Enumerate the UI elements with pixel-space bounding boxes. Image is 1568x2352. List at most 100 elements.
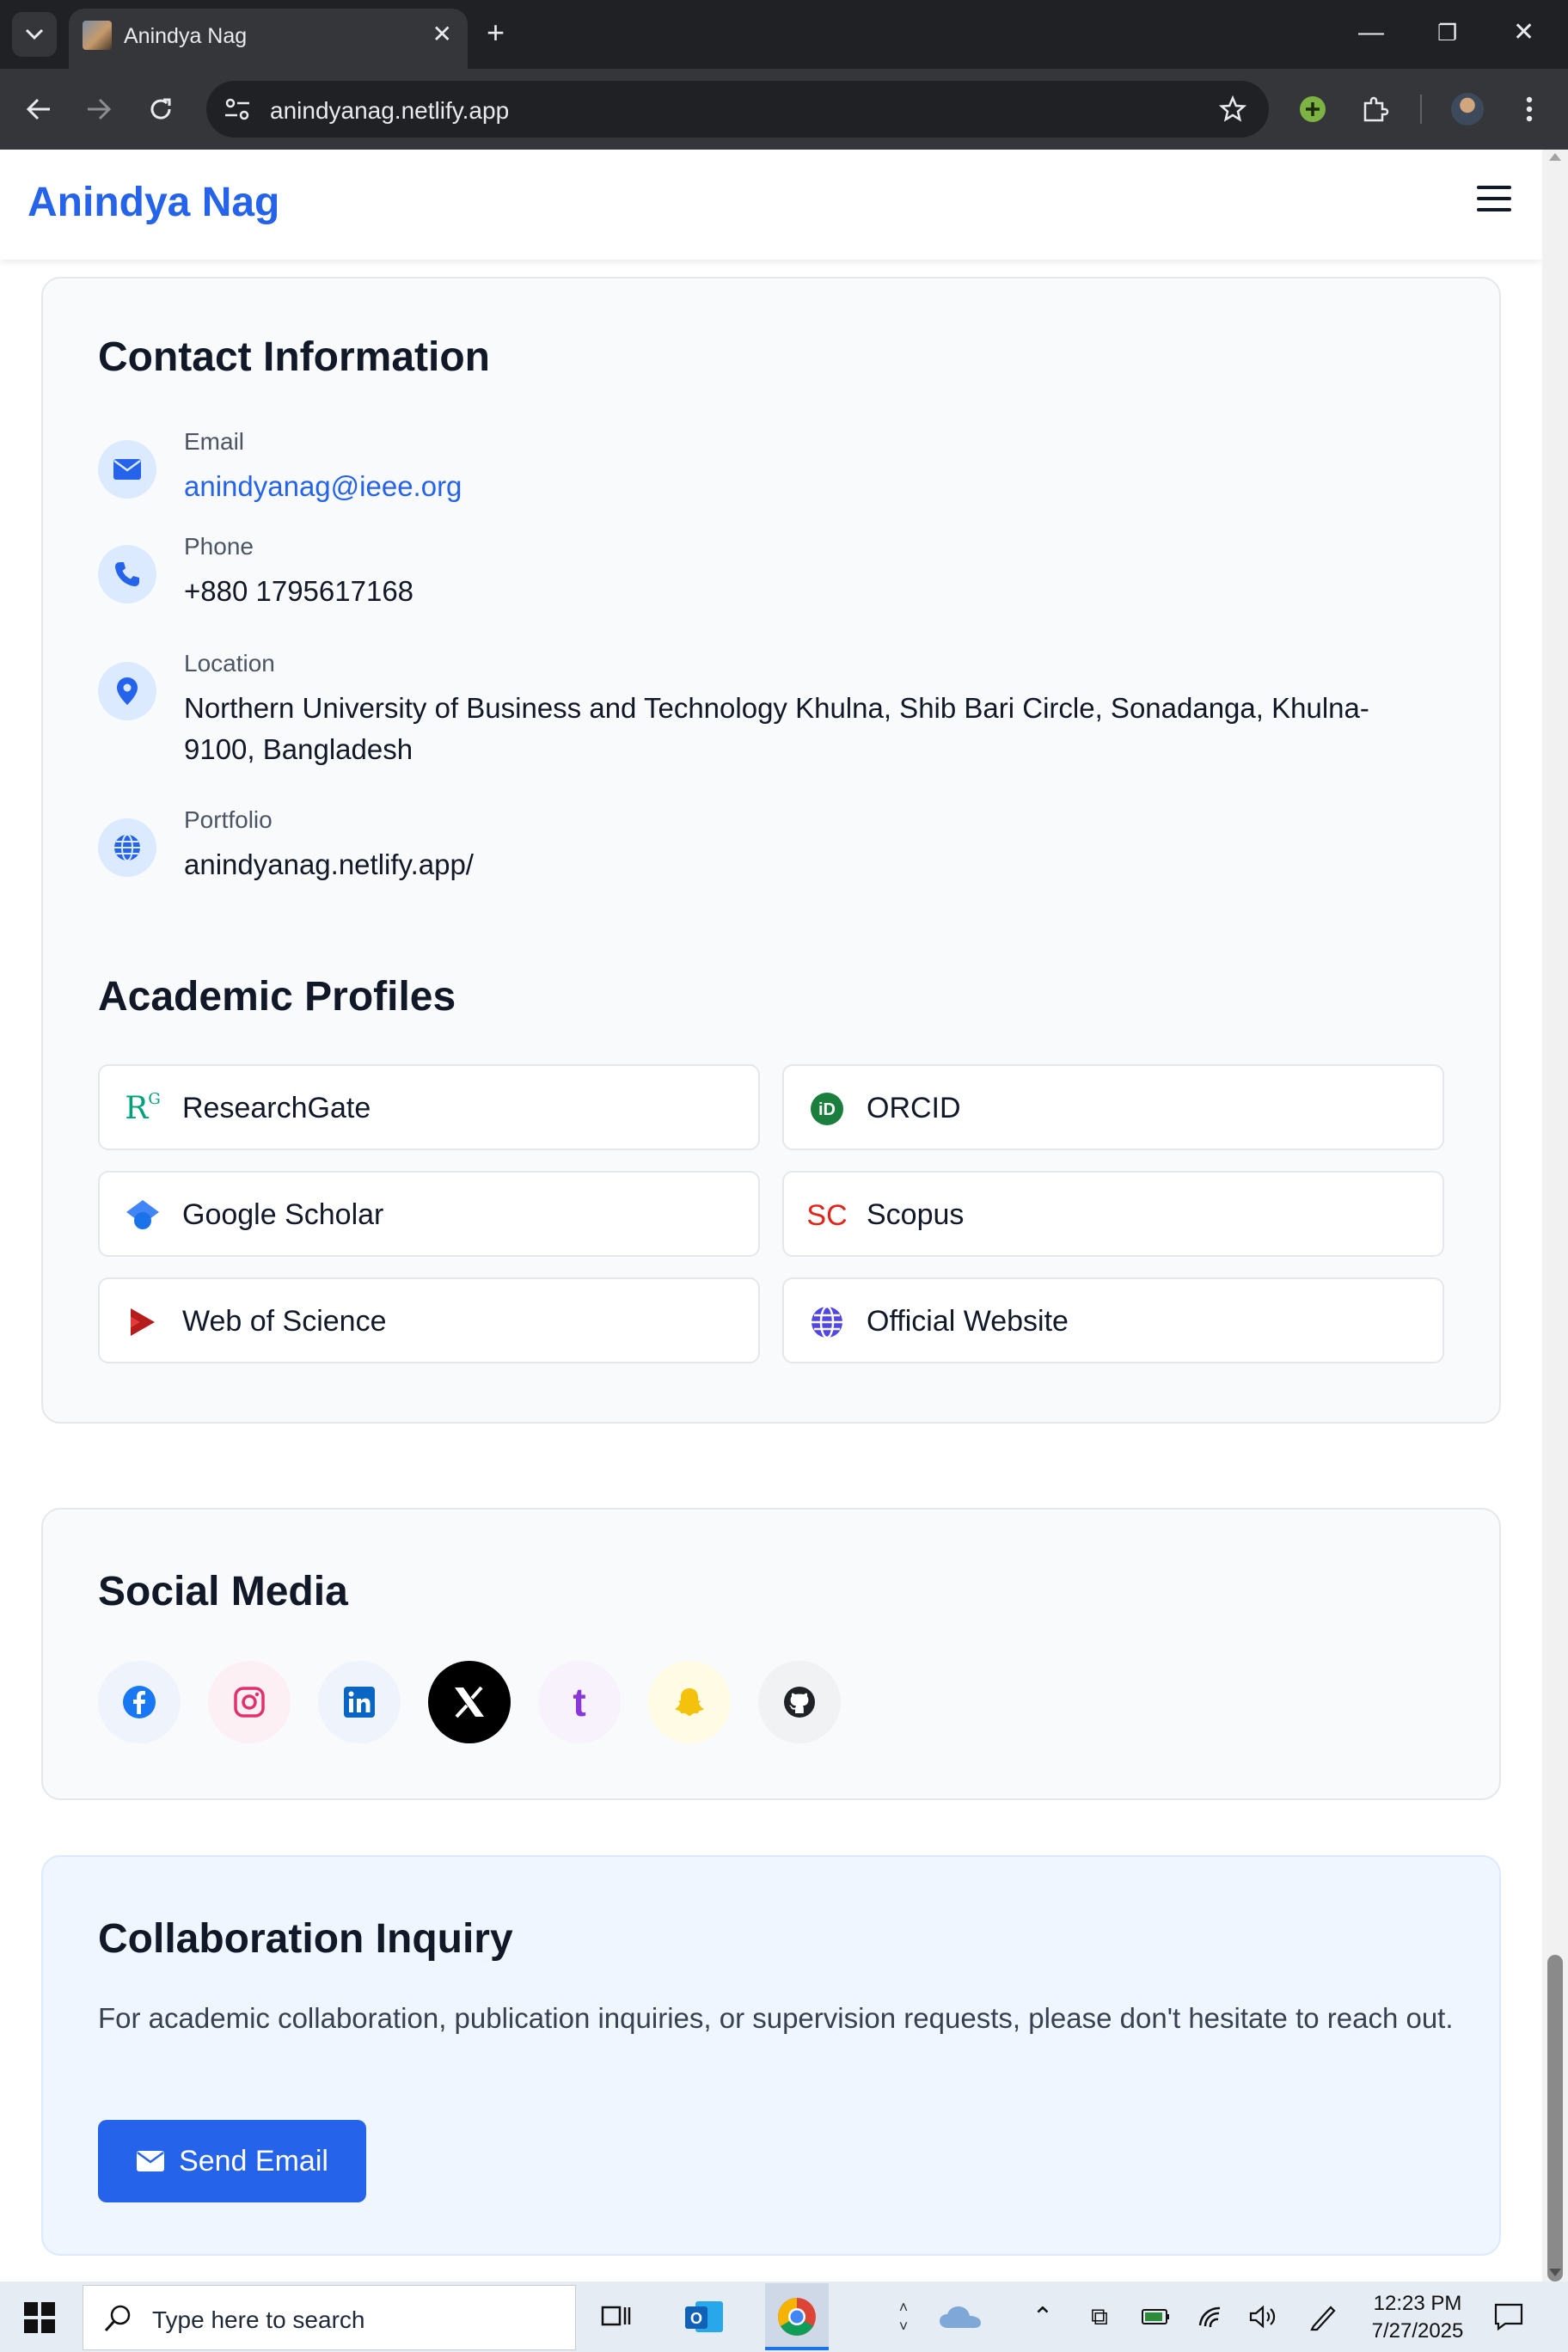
contact-location: Location Northern University of Business… <box>98 650 1439 765</box>
new-tab-button[interactable]: + <box>487 15 505 50</box>
researchgate-icon: RG <box>125 1089 161 1126</box>
tumblr-button[interactable]: t <box>538 1661 621 1743</box>
profile-web-of-science[interactable]: Web of Science <box>98 1277 760 1363</box>
academic-heading: Academic Profiles <box>98 974 456 1020</box>
instagram-icon <box>234 1687 265 1718</box>
location-value: Northern University of Business and Tech… <box>184 692 1369 765</box>
profile-label: Web of Science <box>182 1305 387 1338</box>
phone-label: Phone <box>184 533 254 560</box>
onedrive-icon[interactable] <box>937 2294 983 2340</box>
globe-icon <box>810 1305 844 1339</box>
chrome-taskbar-icon[interactable] <box>765 2283 829 2350</box>
contact-phone: Phone +880 1795617168 <box>98 533 1439 616</box>
site-header: Anindya Nag <box>0 150 1542 260</box>
snapchat-button[interactable] <box>648 1661 731 1743</box>
chrome-menu-button[interactable] <box>1508 88 1551 131</box>
x-icon <box>455 1687 484 1718</box>
show-hidden-icons-icon[interactable]: ⌃ <box>1020 2294 1066 2340</box>
extensions-menu-button[interactable] <box>1353 88 1396 131</box>
battery-icon[interactable] <box>1133 2294 1179 2340</box>
avatar <box>1451 93 1484 126</box>
taskbar-search-box[interactable]: Type here to search <box>83 2285 576 2350</box>
pen-icon[interactable] <box>1300 2294 1346 2340</box>
scroll-thumb[interactable] <box>1547 1955 1563 2282</box>
browser-tab[interactable]: Anindya Nag ✕ <box>69 9 468 69</box>
profile-label: Official Website <box>867 1305 1069 1338</box>
portfolio-value[interactable]: anindyanag.netlify.app/ <box>184 844 1439 885</box>
location-label: Location <box>184 650 275 677</box>
profile-google-scholar[interactable]: Google Scholar <box>98 1171 760 1257</box>
forward-button[interactable] <box>77 88 120 131</box>
profile-label: ResearchGate <box>182 1092 371 1124</box>
send-email-button[interactable]: Send Email <box>98 2120 366 2202</box>
snapchat-icon <box>675 1688 704 1716</box>
instagram-button[interactable] <box>208 1661 291 1743</box>
reload-icon <box>150 98 171 119</box>
tab-title: Anindya Nag <box>124 24 248 48</box>
github-icon <box>784 1687 815 1718</box>
collab-heading: Collaboration Inquiry <box>98 1916 513 1962</box>
address-bar[interactable]: anindyanag.netlify.app <box>206 81 1269 138</box>
back-button[interactable] <box>17 88 60 131</box>
bookmark-star-icon[interactable] <box>1219 95 1246 123</box>
browser-toolbar: anindyanag.netlify.app <box>0 69 1568 150</box>
restore-button[interactable]: ❐ <box>1437 15 1457 50</box>
facebook-button[interactable] <box>98 1661 181 1743</box>
extension-button[interactable] <box>1291 88 1334 131</box>
tab-search-button[interactable] <box>12 12 57 57</box>
taskbar-scroll-arrows[interactable]: ˄ ˅ <box>891 2294 916 2340</box>
wifi-icon[interactable] <box>1188 2294 1234 2340</box>
more-vertical-icon <box>1526 96 1533 122</box>
profile-label: ORCID <box>867 1092 961 1124</box>
arrow-right-icon <box>88 98 112 120</box>
site-brand[interactable]: Anindya Nag <box>28 179 279 226</box>
profile-official-website[interactable]: Official Website <box>782 1277 1444 1363</box>
send-email-label: Send Email <box>179 2144 328 2177</box>
favicon-icon <box>83 21 112 50</box>
profile-researchgate[interactable]: RG ResearchGate <box>98 1064 760 1150</box>
task-view-icon[interactable] <box>593 2294 640 2340</box>
contact-email: Email anindyanag@ieee.org <box>98 428 1439 511</box>
taskbar-clock[interactable]: 12:23 PM 7/27/2025 <box>1362 2290 1473 2345</box>
scroll-down-arrow-icon[interactable] <box>1549 2269 1561 2276</box>
phone-value: +880 1795617168 <box>184 575 414 607</box>
hamburger-menu-icon[interactable] <box>1477 186 1511 213</box>
clock-date: 7/27/2025 <box>1371 2319 1464 2343</box>
contact-portfolio: Portfolio anindyanag.netlify.app/ <box>98 806 1439 889</box>
puzzle-icon <box>1363 96 1389 122</box>
x-button[interactable] <box>428 1661 511 1743</box>
collaboration-card: Collaboration Inquiry For academic colla… <box>41 1855 1501 2256</box>
contact-card: Contact Information Email anindyanag@iee… <box>41 277 1501 1424</box>
portfolio-label: Portfolio <box>184 806 273 833</box>
linkedin-button[interactable] <box>318 1661 401 1743</box>
github-button[interactable] <box>758 1661 841 1743</box>
windows-start-icon[interactable] <box>24 2302 55 2333</box>
outlook-icon[interactable]: O <box>681 2294 727 2340</box>
envelope-icon <box>137 2151 165 2171</box>
site-settings-icon <box>225 98 249 120</box>
globe-icon <box>98 818 156 877</box>
active-app-indicator <box>765 2347 829 2350</box>
volume-icon[interactable] <box>1241 2294 1288 2340</box>
scroll-up-arrow-icon[interactable] <box>1549 153 1561 161</box>
profile-scopus[interactable]: SC Scopus <box>782 1171 1444 1257</box>
profile-label: Google Scholar <box>182 1198 384 1231</box>
page-scrollbar[interactable] <box>1542 150 1568 2282</box>
linkedin-icon <box>344 1687 375 1718</box>
minimize-button[interactable]: — <box>1358 15 1384 50</box>
orcid-icon: iD <box>810 1092 844 1126</box>
reload-button[interactable] <box>139 88 182 131</box>
collab-text: For academic collaboration, publication … <box>98 2002 1454 2034</box>
notifications-icon[interactable] <box>1485 2294 1532 2340</box>
contact-heading: Contact Information <box>98 334 490 380</box>
profile-orcid[interactable]: iD ORCID <box>782 1064 1444 1150</box>
plus-circle-icon <box>1300 96 1326 122</box>
meet-now-icon[interactable]: ⧉ <box>1076 2294 1123 2340</box>
email-link[interactable]: anindyanag@ieee.org <box>184 466 1439 507</box>
svg-text:O: O <box>690 2310 702 2327</box>
close-window-button[interactable]: ✕ <box>1513 15 1534 50</box>
profile-label: Scopus <box>867 1198 965 1231</box>
social-card: Social Media t <box>41 1508 1501 1800</box>
profile-avatar-button[interactable] <box>1446 88 1489 131</box>
close-tab-icon[interactable]: ✕ <box>432 22 452 46</box>
